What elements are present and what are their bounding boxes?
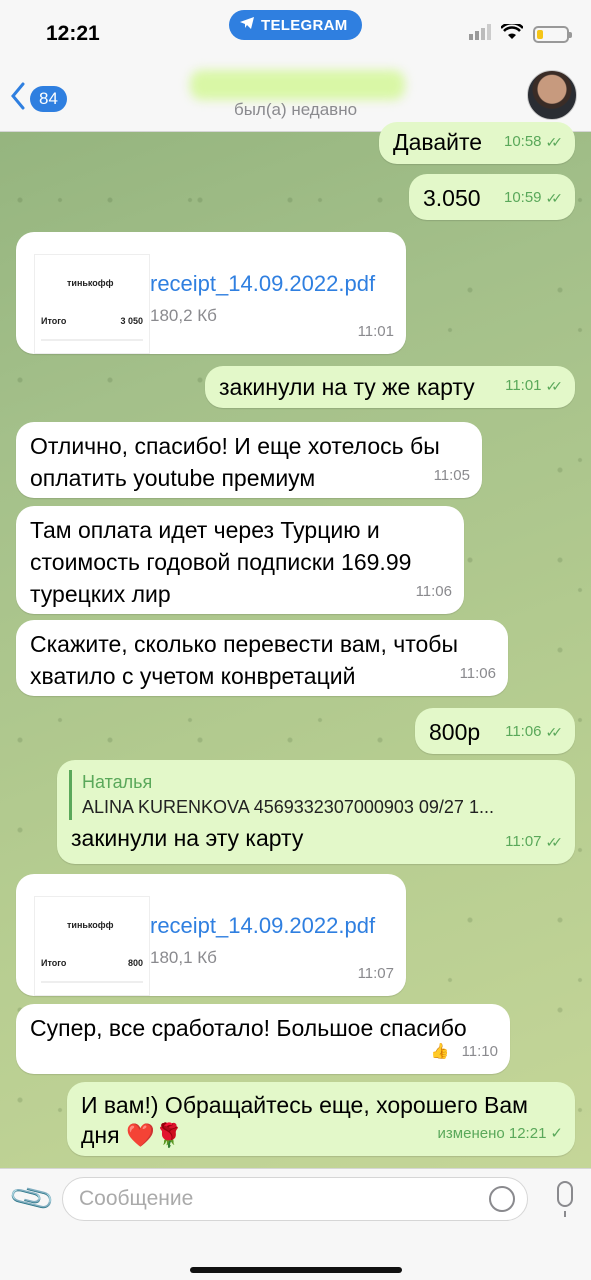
message-time: 11:06 xyxy=(415,583,452,600)
status-time: 12:21 xyxy=(46,22,100,45)
input-placeholder: Сообщение xyxy=(79,1187,194,1210)
double-check-icon: ✓✓ xyxy=(545,134,564,150)
quote-text: ALINA KURENKOVA 4569332307000903 09/27 1… xyxy=(82,797,494,817)
receipt-total-value: 800 xyxy=(127,958,143,968)
message-meta: 11:06 ✓✓ xyxy=(505,716,563,748)
message-text: закинули на эту карту xyxy=(71,825,304,851)
message-time: 11:07 xyxy=(357,965,394,982)
message-outgoing[interactable]: закинули на ту же карту 11:01 ✓✓ xyxy=(205,366,575,408)
message-outgoing[interactable]: 800р 11:06 ✓✓ xyxy=(415,708,575,754)
message-incoming[interactable]: Там оплата идет через Турцию и стоимость… xyxy=(16,506,464,614)
double-check-icon: ✓✓ xyxy=(545,378,564,394)
check-icon: ✓ xyxy=(550,1125,563,1142)
receipt-row: ·· xyxy=(41,987,143,995)
message-incoming[interactable]: Скажите, сколько перевести вам, чтобы хв… xyxy=(16,620,508,696)
file-size: 180,1 Кб xyxy=(150,948,217,967)
wifi-icon xyxy=(500,21,524,45)
message-meta: 10:58 ✓✓ xyxy=(504,126,563,158)
paper-plane-icon xyxy=(239,16,255,34)
message-outgoing[interactable]: 3.050 10:59 ✓✓ xyxy=(409,174,575,220)
file-message-incoming[interactable]: тинькофф Итого800 ·· ·· ·· ·· receipt_14… xyxy=(16,874,406,996)
thumbs-up-reaction-icon[interactable]: 👍 xyxy=(431,1036,450,1068)
file-name[interactable]: receipt_14.09.2022.pdf xyxy=(150,910,375,942)
status-icons xyxy=(469,21,572,45)
message-time: 11:10 xyxy=(461,1043,498,1060)
message-meta: 11:07 ✓✓ xyxy=(505,826,563,858)
reply-message-outgoing[interactable]: Наталья ALINA KURENKOVA 4569332307000903… xyxy=(57,760,575,864)
receipt-total-label: Итого xyxy=(41,958,67,968)
file-name[interactable]: receipt_14.09.2022.pdf xyxy=(150,268,375,300)
pdf-thumbnail[interactable]: тинькофф Итого3 050 ·· ·· ·· ·· xyxy=(34,254,150,354)
receipt-row: ·· xyxy=(41,345,143,353)
microphone-icon[interactable] xyxy=(557,1181,573,1217)
message-time: 10:59 xyxy=(503,189,542,206)
message-time: 11:06 xyxy=(505,723,542,740)
quote-author: Наталья xyxy=(82,772,153,792)
message-text: Отлично, спасибо! И еще хотелось бы опла… xyxy=(30,433,440,491)
message-meta: 11:06 xyxy=(460,658,496,690)
battery-icon xyxy=(533,26,572,43)
telegram-pill[interactable]: TELEGRAM xyxy=(229,10,362,40)
message-meta: 11:01 ✓✓ xyxy=(505,370,563,402)
avatar[interactable] xyxy=(527,70,577,120)
home-indicator xyxy=(190,1267,402,1273)
receipt-total-value: 3 050 xyxy=(120,316,143,326)
double-check-icon: ✓✓ xyxy=(545,724,564,740)
paperclip-icon[interactable]: 📎 xyxy=(7,1173,58,1223)
composer-bar: 📎 Сообщение xyxy=(0,1168,591,1280)
message-meta: 11:06 xyxy=(416,576,452,608)
sticker-icon[interactable] xyxy=(489,1186,515,1212)
message-incoming[interactable]: Супер, все сработало! Большое спасибо 👍 1… xyxy=(16,1004,510,1074)
file-size: 180,2 Кб xyxy=(150,306,217,325)
message-time: изменено 12:21 xyxy=(437,1125,547,1142)
bank-logo: тинькофф xyxy=(67,920,114,930)
message-outgoing[interactable]: Давайте 10:58 ✓✓ xyxy=(379,122,575,164)
message-meta: изменено 12:21 ✓ xyxy=(438,1118,563,1150)
message-meta: 👍 11:10 xyxy=(431,1036,498,1068)
telegram-pill-label: TELEGRAM xyxy=(261,16,348,34)
message-time: 11:07 xyxy=(505,833,542,850)
message-meta: 11:01 xyxy=(358,316,394,348)
file-message-incoming[interactable]: тинькофф Итого3 050 ·· ·· ·· ·· receipt_… xyxy=(16,232,406,354)
message-time: 11:01 xyxy=(505,377,542,394)
message-text: Там оплата идет через Турцию и стоимость… xyxy=(30,517,412,607)
double-check-icon: ✓✓ xyxy=(545,190,564,206)
message-incoming[interactable]: Отлично, спасибо! И еще хотелось бы опла… xyxy=(16,422,482,498)
message-time: 11:05 xyxy=(433,467,470,484)
message-meta: 10:59 ✓✓ xyxy=(504,182,563,214)
message-meta: 11:07 xyxy=(358,958,394,990)
reply-quote[interactable]: Наталья ALINA KURENKOVA 4569332307000903… xyxy=(69,770,563,820)
message-input[interactable]: Сообщение xyxy=(62,1177,528,1221)
pdf-thumbnail[interactable]: тинькофф Итого800 ·· ·· ·· ·· xyxy=(34,896,150,996)
receipt-total: Итого 3 050 xyxy=(41,305,143,341)
message-text: Скажите, сколько перевести вам, чтобы хв… xyxy=(30,631,459,689)
status-bar: 12:21 TELEGRAM xyxy=(0,0,591,60)
receipt-total: Итого 800 xyxy=(41,947,143,983)
double-check-icon: ✓✓ xyxy=(545,834,564,850)
signal-icon xyxy=(469,24,491,45)
message-meta: 11:05 xyxy=(434,460,470,492)
message-time: 11:06 xyxy=(459,665,496,682)
message-time: 11:01 xyxy=(357,323,394,340)
message-outgoing[interactable]: И вам!) Обращайтесь еще, хорошего Вам дн… xyxy=(67,1082,575,1156)
bank-logo: тинькофф xyxy=(67,278,114,288)
chat-status: был(а) недавно xyxy=(233,100,358,119)
message-time: 10:58 xyxy=(503,133,542,150)
receipt-total-label: Итого xyxy=(41,316,67,326)
chat-title-blurred[interactable]: Stanislav Dubrov xyxy=(190,70,405,100)
